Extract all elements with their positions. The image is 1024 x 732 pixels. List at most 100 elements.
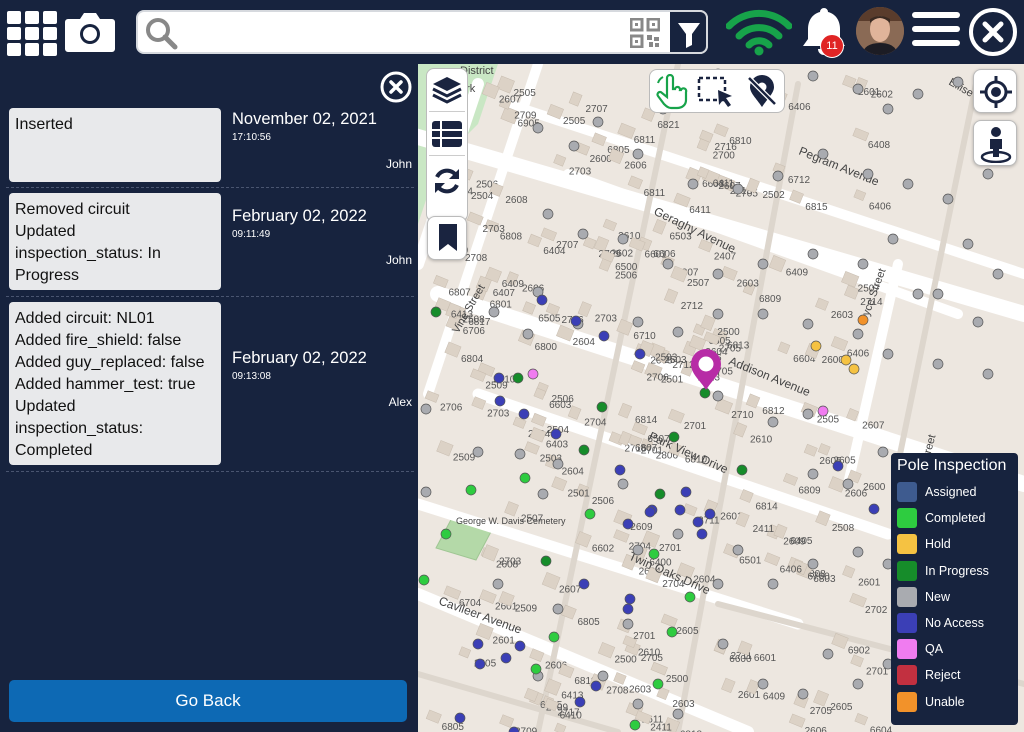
pole-marker[interactable] [712, 268, 724, 280]
pole-marker[interactable] [465, 484, 477, 496]
pole-marker[interactable] [514, 448, 526, 460]
pole-marker[interactable] [982, 168, 994, 180]
pole-marker[interactable] [454, 712, 466, 724]
close-panel-icon[interactable] [380, 71, 412, 103]
pole-marker[interactable] [632, 148, 644, 160]
pole-marker[interactable] [807, 248, 819, 260]
bookmark-button[interactable] [427, 216, 467, 260]
pole-marker[interactable] [852, 546, 864, 558]
pole-marker[interactable] [684, 591, 696, 603]
pole-marker[interactable] [767, 416, 779, 428]
pole-marker[interactable] [622, 518, 634, 530]
pole-marker[interactable] [732, 544, 744, 556]
list-view-icon[interactable] [431, 119, 463, 149]
pole-marker[interactable] [810, 340, 822, 352]
pole-marker[interactable] [852, 328, 864, 340]
pole-marker[interactable] [757, 308, 769, 320]
pole-marker[interactable] [493, 372, 505, 384]
pole-marker[interactable] [882, 348, 894, 360]
pole-marker[interactable] [736, 464, 748, 476]
pole-marker[interactable] [568, 140, 580, 152]
pole-marker[interactable] [519, 472, 531, 484]
pole-marker[interactable] [668, 431, 680, 443]
filter-button[interactable] [670, 10, 708, 54]
search-input[interactable] [182, 16, 652, 50]
pole-marker[interactable] [666, 626, 678, 638]
pole-marker[interactable] [632, 316, 644, 328]
street-view-button[interactable] [973, 120, 1017, 166]
my-location-button[interactable] [973, 69, 1017, 113]
pole-marker[interactable] [868, 503, 880, 515]
pole-marker[interactable] [574, 696, 586, 708]
pole-marker[interactable] [772, 170, 784, 182]
box-select-icon[interactable] [696, 74, 736, 110]
pole-marker[interactable] [862, 168, 874, 180]
pole-marker[interactable] [672, 708, 684, 720]
pole-marker[interactable] [757, 258, 769, 270]
pole-marker[interactable] [757, 678, 769, 690]
pole-marker[interactable] [624, 593, 636, 605]
apps-grid-icon[interactable] [4, 10, 57, 56]
hamburger-menu-icon[interactable] [912, 12, 960, 52]
pole-marker[interactable] [822, 648, 834, 660]
pole-marker[interactable] [532, 122, 544, 134]
pole-marker[interactable] [942, 193, 954, 205]
pole-marker[interactable] [877, 446, 889, 458]
pole-marker[interactable] [634, 348, 646, 360]
pole-marker[interactable] [672, 528, 684, 540]
pole-marker[interactable] [542, 208, 554, 220]
pole-marker[interactable] [488, 306, 500, 318]
pole-marker[interactable] [536, 294, 548, 306]
pole-marker[interactable] [807, 468, 819, 480]
pole-marker[interactable] [622, 618, 634, 630]
pole-marker[interactable] [712, 308, 724, 320]
pole-marker[interactable] [840, 354, 852, 366]
pole-marker[interactable] [912, 288, 924, 300]
pole-marker[interactable] [952, 76, 964, 88]
pole-marker[interactable] [598, 330, 610, 342]
pole-marker[interactable] [662, 258, 674, 270]
pole-marker[interactable] [518, 408, 530, 420]
pole-marker[interactable] [614, 464, 626, 476]
pole-marker[interactable] [500, 652, 512, 664]
pole-marker[interactable] [962, 238, 974, 250]
pole-marker[interactable] [932, 288, 944, 300]
close-icon[interactable] [968, 7, 1018, 57]
pole-marker[interactable] [817, 148, 829, 160]
pole-marker[interactable] [857, 258, 869, 270]
pole-marker[interactable] [430, 306, 442, 318]
map-view[interactable]: 2806681469066810270569052710271627092712… [418, 64, 1024, 732]
pole-marker[interactable] [932, 358, 944, 370]
pole-marker[interactable] [717, 638, 729, 650]
pole-marker[interactable] [420, 486, 432, 498]
layers-icon[interactable] [431, 73, 463, 105]
pole-marker[interactable] [440, 528, 452, 540]
pole-marker[interactable] [654, 488, 666, 500]
pole-marker[interactable] [552, 458, 564, 470]
pole-marker[interactable] [577, 228, 589, 240]
pole-marker[interactable] [802, 318, 814, 330]
location-off-icon[interactable] [744, 74, 780, 110]
pole-marker[interactable] [817, 405, 829, 417]
pole-marker[interactable] [578, 444, 590, 456]
pole-marker[interactable] [552, 603, 564, 615]
pole-marker[interactable] [992, 268, 1004, 280]
pole-marker[interactable] [704, 508, 716, 520]
pole-marker[interactable] [912, 88, 924, 100]
pole-marker[interactable] [632, 544, 644, 556]
pole-marker[interactable] [696, 528, 708, 540]
pole-marker[interactable] [972, 316, 984, 328]
pole-marker[interactable] [887, 233, 899, 245]
pole-marker[interactable] [842, 478, 854, 490]
pole-marker[interactable] [530, 663, 542, 675]
pole-marker[interactable] [832, 460, 844, 472]
pole-marker[interactable] [540, 555, 552, 567]
pole-marker[interactable] [857, 314, 869, 326]
pole-marker[interactable] [732, 183, 744, 195]
pole-marker[interactable] [522, 328, 534, 340]
pole-marker[interactable] [674, 504, 686, 516]
pole-marker[interactable] [692, 516, 704, 528]
pole-marker[interactable] [622, 603, 634, 615]
pole-marker[interactable] [596, 401, 608, 413]
pole-marker[interactable] [852, 83, 864, 95]
